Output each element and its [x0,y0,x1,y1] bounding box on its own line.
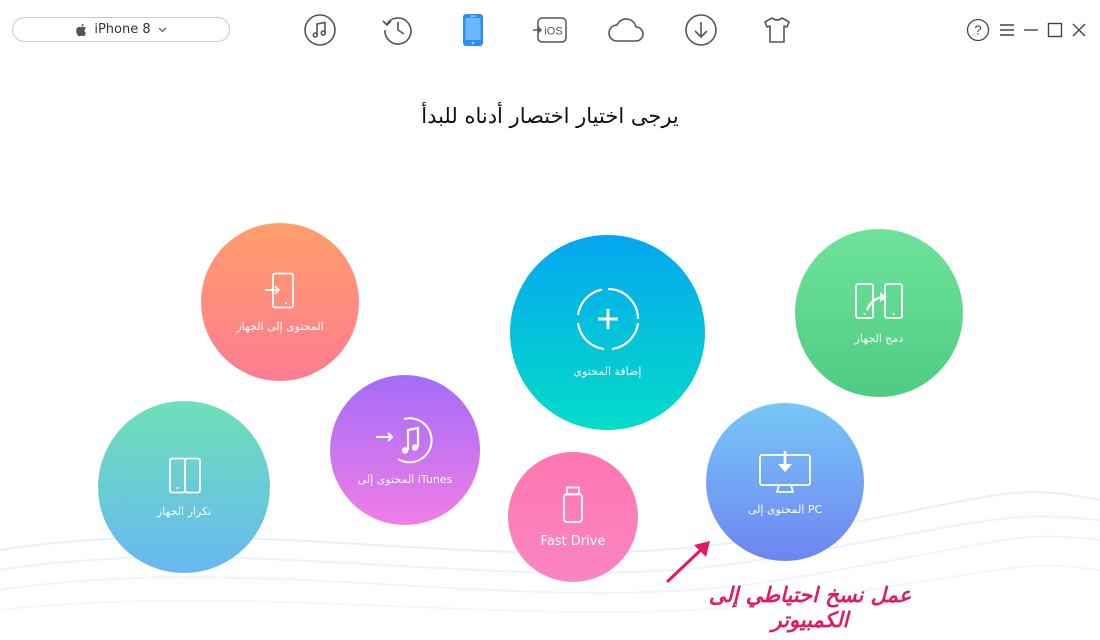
merge-device-button[interactable]: دمج الجهاز [795,229,963,397]
top-bar: iPhone 8 iOS ? [0,0,1100,60]
fast-drive-button[interactable]: Fast Drive [508,452,638,582]
device-name: iPhone 8 [94,22,151,37]
download-icon[interactable] [683,12,719,48]
phone-in-icon [265,272,294,308]
add-content-label: إضافة المحتوى [573,365,642,378]
clone-device-label: تكرار الجهاز [156,504,212,518]
usb-drive-icon [563,486,583,523]
page-heading: يرجى اختيار اختصار أدناه للبدأ [421,104,679,128]
itunes-in-icon [376,416,433,463]
clone-phone-icon [169,457,201,493]
shirt-icon[interactable] [759,12,795,48]
add-content-button[interactable]: إضافة المحتوى [510,235,705,430]
help-button[interactable]: ? [966,18,990,42]
content-to-pc-label: المحتوى إلى PC [747,502,823,516]
clone-device-button[interactable]: تكرار الجهاز [98,401,270,573]
content-to-device-button[interactable]: المحتوى إلى الجهاز [201,223,359,381]
computer-download-icon [759,450,811,493]
music-icon[interactable] [302,12,338,48]
to-ios-label: iOS [544,26,562,38]
content-to-device-label: المحتوى إلى الجهاز [236,319,324,333]
history-icon[interactable] [380,12,416,48]
to-ios-icon[interactable]: iOS [532,12,570,48]
content-to-itunes-label: المحتوى إلى iTunes [357,472,453,486]
chevron-down-icon [158,27,167,32]
help-label: ? [974,23,981,38]
minimize-icon[interactable] [1019,18,1043,42]
close-icon[interactable] [1067,18,1091,42]
annotation-arrow-icon [666,541,710,583]
merge-device-label: دمج الجهاز [854,331,904,345]
device-selector[interactable]: iPhone 8 [12,17,230,42]
content-to-itunes-button[interactable]: المحتوى إلى iTunes [330,375,480,525]
cloud-icon[interactable] [606,12,646,48]
menu-icon[interactable] [995,18,1019,42]
content-to-pc-button[interactable]: المحتوى إلى PC [706,403,864,561]
apple-icon [76,23,87,36]
add-circle-icon [576,287,639,351]
fast-drive-label: Fast Drive [540,533,606,549]
merge-phones-icon [855,282,903,319]
phone-icon[interactable] [455,12,491,48]
annotation-text: عمل نسخ احتياطي إلى الكمبيوتر [708,582,912,632]
maximize-icon[interactable] [1043,18,1067,42]
